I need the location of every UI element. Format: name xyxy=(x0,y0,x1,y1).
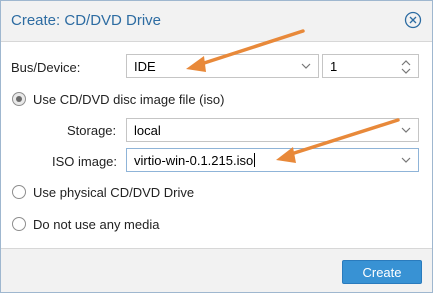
storage-select-value: local xyxy=(134,123,161,138)
iso-image-label: ISO image: xyxy=(52,154,118,169)
iso-image-select[interactable]: virtio-win-0.1.215.iso xyxy=(126,148,419,172)
bus-select-value: IDE xyxy=(134,59,156,74)
chevron-down-icon[interactable] xyxy=(400,153,412,167)
bus-device-label: Bus/Device: xyxy=(11,60,81,75)
iso-image-value-text: virtio-win-0.1.215.iso xyxy=(134,153,254,168)
create-cd-dvd-dialog: Create: CD/DVD Drive Bus/Device: IDE 1 U… xyxy=(0,0,433,293)
dialog-titlebar[interactable]: Create: CD/DVD Drive xyxy=(1,1,432,41)
dialog-body: Bus/Device: IDE 1 Use CD/DVD disc image … xyxy=(1,41,432,249)
no-media-radio[interactable] xyxy=(12,217,26,231)
storage-select[interactable]: local xyxy=(126,118,419,142)
physical-drive-label[interactable]: Use physical CD/DVD Drive xyxy=(33,185,194,200)
storage-label: Storage: xyxy=(67,123,117,138)
iso-option-radio[interactable] xyxy=(12,92,26,106)
radio-dot-icon xyxy=(16,96,22,102)
chevron-down-icon[interactable] xyxy=(400,123,412,137)
chevron-down-icon[interactable] xyxy=(300,59,312,73)
iso-option-label[interactable]: Use CD/DVD disc image file (iso) xyxy=(33,92,224,107)
bus-select[interactable]: IDE xyxy=(126,54,319,78)
create-button[interactable]: Create xyxy=(342,260,422,284)
device-number-value: 1 xyxy=(330,59,338,74)
iso-image-value: virtio-win-0.1.215.iso xyxy=(134,153,256,168)
no-media-label[interactable]: Do not use any media xyxy=(33,217,159,232)
dialog-title: Create: CD/DVD Drive xyxy=(11,12,162,29)
device-number-spinner[interactable]: 1 xyxy=(322,54,419,78)
dialog-footer: Create xyxy=(1,249,432,292)
text-caret xyxy=(254,153,256,167)
physical-drive-radio[interactable] xyxy=(12,185,26,199)
spinner-up-down-icon[interactable] xyxy=(400,58,412,74)
close-icon[interactable] xyxy=(404,11,422,29)
